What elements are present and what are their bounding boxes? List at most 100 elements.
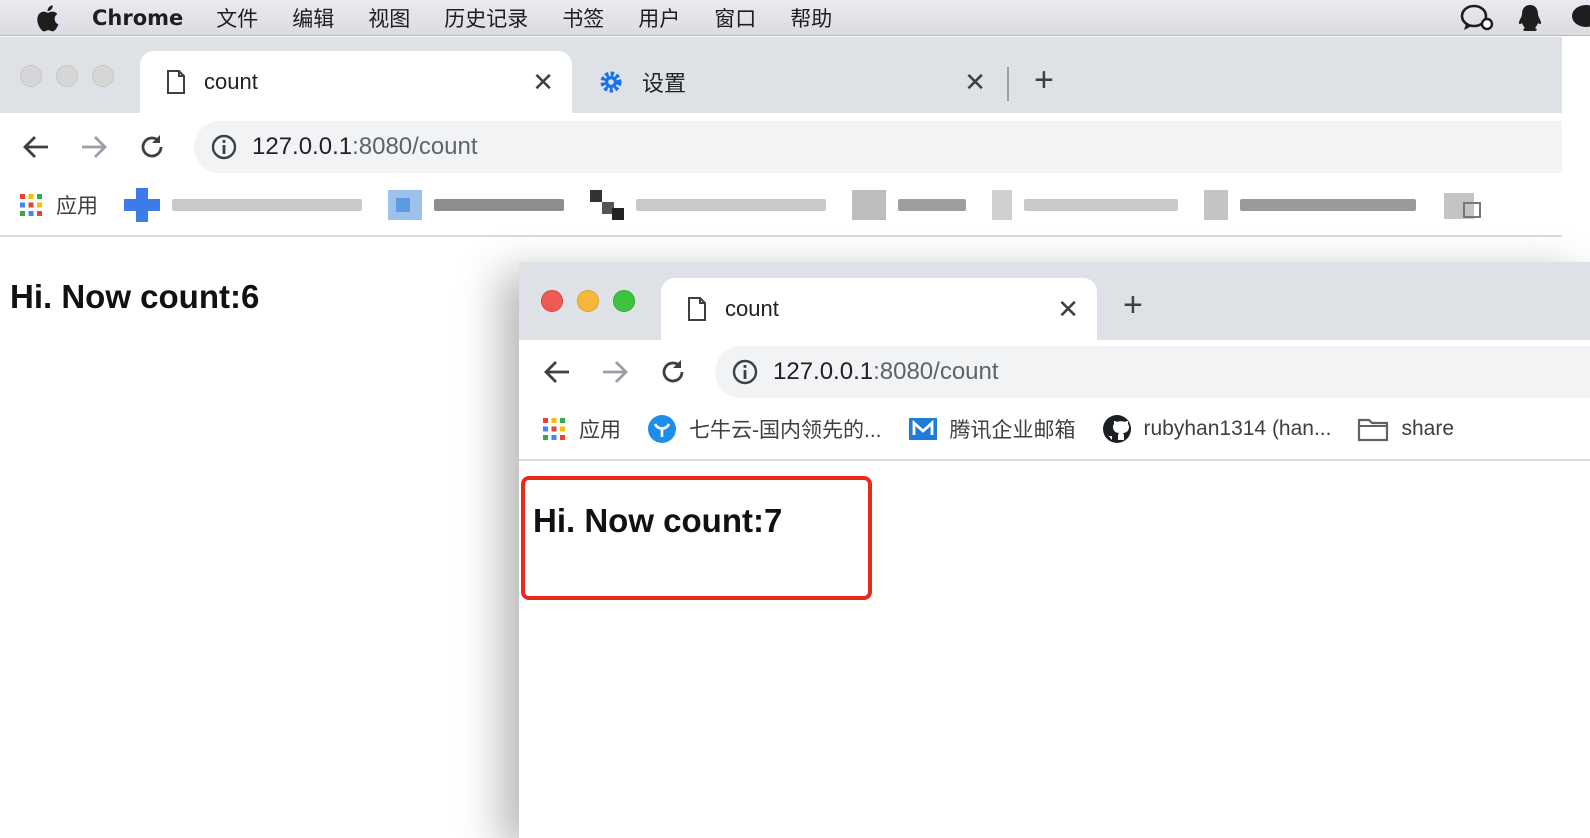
qiniu-icon bbox=[647, 414, 677, 444]
apps-grid-icon bbox=[541, 416, 567, 442]
forward-arrow-icon[interactable] bbox=[76, 129, 112, 165]
menu-users[interactable]: 用户 bbox=[638, 3, 680, 33]
front-page-count-text: Hi. Now count:7 bbox=[533, 502, 783, 539]
chat-status-icon[interactable] bbox=[1566, 4, 1590, 32]
github-icon bbox=[1102, 414, 1132, 444]
qq-status-icon[interactable] bbox=[1516, 3, 1544, 33]
bookmark-label: share bbox=[1401, 417, 1455, 440]
blurred-label bbox=[636, 199, 826, 211]
bookmark-apps[interactable]: 应用 bbox=[18, 190, 98, 220]
front-window-divider bbox=[519, 459, 1590, 461]
back-window-divider bbox=[0, 235, 1562, 237]
front-window-traffic-lights bbox=[541, 290, 649, 312]
more-bookmarks-folder[interactable] bbox=[1442, 189, 1494, 221]
back-arrow-icon[interactable] bbox=[539, 354, 575, 390]
back-window-tabstrip: count ✕ 设置 ✕ + bbox=[0, 37, 1562, 113]
back-window-traffic-lights bbox=[20, 65, 128, 87]
blurred-bookmark[interactable] bbox=[388, 190, 564, 220]
minimize-window-button[interactable] bbox=[577, 290, 599, 312]
blurred-bookmark[interactable] bbox=[1204, 190, 1416, 220]
blurred-label bbox=[1240, 199, 1416, 211]
back-arrow-icon[interactable] bbox=[18, 129, 54, 165]
back-window-bookmarks-bar: 应用 bbox=[18, 181, 1562, 229]
bookmark-folder-share[interactable]: share bbox=[1357, 416, 1454, 442]
zoom-window-button[interactable] bbox=[92, 65, 114, 87]
blurred-bookmark[interactable] bbox=[852, 190, 966, 220]
blurred-bookmark[interactable] bbox=[992, 190, 1178, 220]
tab-count[interactable]: count ✕ bbox=[140, 51, 572, 113]
back-window-toolbar: 127.0.0.1:8080/count bbox=[0, 113, 1562, 181]
blurred-favicon-icon bbox=[992, 190, 1012, 220]
folder-icon bbox=[1357, 416, 1389, 442]
url-path: :8080/count bbox=[873, 358, 999, 385]
bookmark-tencent-mail[interactable]: 腾讯企业邮箱 bbox=[908, 414, 1076, 444]
front-browser-window: count ✕ + 127.0.0.1:8080/count 应用 七牛云-国内… bbox=[519, 262, 1590, 838]
tencent-mail-icon bbox=[908, 416, 938, 442]
reload-icon[interactable] bbox=[134, 129, 170, 165]
blurred-label bbox=[172, 199, 362, 211]
bookmark-github[interactable]: rubyhan1314 (han... bbox=[1102, 414, 1331, 444]
bookmark-label: 腾讯企业邮箱 bbox=[949, 419, 1076, 442]
bookmark-apps[interactable]: 应用 bbox=[541, 414, 621, 444]
menu-edit[interactable]: 编辑 bbox=[292, 3, 334, 33]
back-page-count-text: Hi. Now count:6 bbox=[10, 278, 260, 315]
close-tab-icon[interactable]: ✕ bbox=[532, 67, 554, 98]
menu-view[interactable]: 视图 bbox=[368, 3, 410, 33]
front-window-tabstrip: count ✕ + bbox=[519, 262, 1590, 340]
close-tab-icon[interactable]: ✕ bbox=[964, 67, 986, 98]
blurred-favicon-icon bbox=[1204, 190, 1228, 220]
menu-window[interactable]: 窗口 bbox=[714, 3, 756, 33]
apps-grid-icon bbox=[18, 192, 44, 218]
close-window-button[interactable] bbox=[541, 290, 563, 312]
blurred-favicon-icon bbox=[388, 190, 422, 220]
tab-count[interactable]: count ✕ bbox=[661, 278, 1097, 340]
close-window-button[interactable] bbox=[20, 65, 42, 87]
close-tab-icon[interactable]: ✕ bbox=[1057, 294, 1079, 325]
blurred-label bbox=[1024, 199, 1178, 211]
apple-icon[interactable] bbox=[30, 0, 64, 36]
bookmark-label: 应用 bbox=[579, 419, 621, 442]
blurred-label bbox=[898, 199, 966, 211]
front-window-toolbar: 127.0.0.1:8080/count bbox=[519, 340, 1590, 406]
tab-title: count bbox=[204, 69, 258, 94]
blurred-label bbox=[434, 199, 564, 211]
folder-icon bbox=[1442, 189, 1482, 221]
blurred-bookmark[interactable] bbox=[590, 190, 826, 220]
page-icon bbox=[166, 69, 186, 95]
address-bar[interactable]: 127.0.0.1:8080/count bbox=[194, 121, 1562, 173]
blurred-favicon-icon bbox=[590, 190, 624, 220]
bookmark-label: 七牛云-国内领先的... bbox=[689, 419, 882, 442]
bookmark-qiniu[interactable]: 七牛云-国内领先的... bbox=[647, 414, 882, 444]
tab-separator bbox=[1007, 67, 1009, 101]
blurred-favicon-icon bbox=[124, 188, 160, 222]
mac-menu-bar: Chrome 文件 编辑 视图 历史记录 书签 用户 窗口 帮助 bbox=[0, 0, 1590, 36]
menu-history[interactable]: 历史记录 bbox=[444, 3, 528, 33]
menu-file[interactable]: 文件 bbox=[216, 3, 258, 33]
zoom-window-button[interactable] bbox=[613, 290, 635, 312]
menu-status-icons bbox=[1460, 0, 1590, 36]
tab-title: 设置 bbox=[642, 71, 687, 96]
menu-help[interactable]: 帮助 bbox=[790, 3, 832, 33]
reload-icon[interactable] bbox=[655, 354, 691, 390]
blurred-favicon-icon bbox=[852, 190, 886, 220]
url-text: 127.0.0.1:8080/count bbox=[773, 358, 999, 386]
wechat-status-icon[interactable] bbox=[1460, 4, 1494, 32]
url-host: 127.0.0.1 bbox=[773, 358, 874, 385]
new-tab-button[interactable]: + bbox=[1123, 286, 1143, 325]
forward-arrow-icon[interactable] bbox=[597, 354, 633, 390]
tab-title: count bbox=[725, 296, 779, 321]
site-info-icon[interactable] bbox=[731, 358, 759, 386]
menu-app-chrome[interactable]: Chrome bbox=[92, 6, 183, 30]
tab-settings[interactable]: 设置 ✕ bbox=[572, 51, 1004, 113]
address-bar[interactable]: 127.0.0.1:8080/count bbox=[715, 346, 1590, 398]
settings-gear-icon bbox=[598, 69, 624, 95]
front-window-bookmarks-bar: 应用 七牛云-国内领先的... 腾讯企业邮箱 rubyhan1314 (han.… bbox=[541, 406, 1590, 452]
new-tab-button[interactable]: + bbox=[1034, 61, 1054, 100]
menu-bookmarks[interactable]: 书签 bbox=[562, 3, 604, 33]
minimize-window-button[interactable] bbox=[56, 65, 78, 87]
site-info-icon[interactable] bbox=[210, 133, 238, 161]
bookmark-label: 应用 bbox=[56, 195, 98, 218]
blurred-bookmark[interactable] bbox=[124, 188, 362, 222]
url-text: 127.0.0.1:8080/count bbox=[252, 133, 478, 161]
url-host: 127.0.0.1 bbox=[252, 133, 353, 160]
